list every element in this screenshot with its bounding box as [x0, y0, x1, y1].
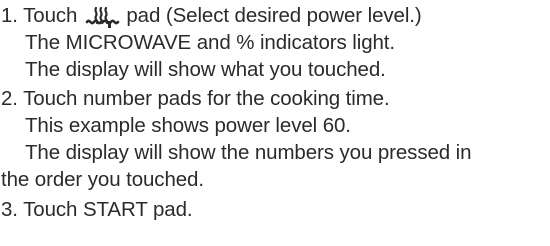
- step-3-number: 3.: [1, 198, 18, 221]
- step-1-number: 1.: [1, 4, 18, 27]
- step-2-line-4: the order you touched.: [1, 168, 204, 191]
- step-2-number: 2.: [1, 87, 18, 110]
- step-1-touch-text: Touch: [23, 4, 78, 27]
- step-2-text: Touch number pads for the cooking time.: [23, 87, 390, 110]
- step-3-line-1: 3. Touch START pad.: [1, 196, 193, 223]
- step-1-line-2: The MICROWAVE and % indicators light.: [25, 31, 395, 54]
- step-3-text: Touch START pad.: [23, 198, 193, 221]
- instructions-document: 1. Touch pad (Select desired power level…: [0, 0, 550, 246]
- step-1-pad-text: pad (Select desired power level.): [126, 4, 422, 27]
- step-1-line-3: The display will show what you touched.: [25, 58, 386, 81]
- step-2-line-3: The display will show the numbers you pr…: [25, 141, 472, 164]
- step-2-line-2: This example shows power level 60.: [25, 114, 351, 137]
- step-2-line-1: 2. Touch number pads for the cooking tim…: [1, 85, 390, 112]
